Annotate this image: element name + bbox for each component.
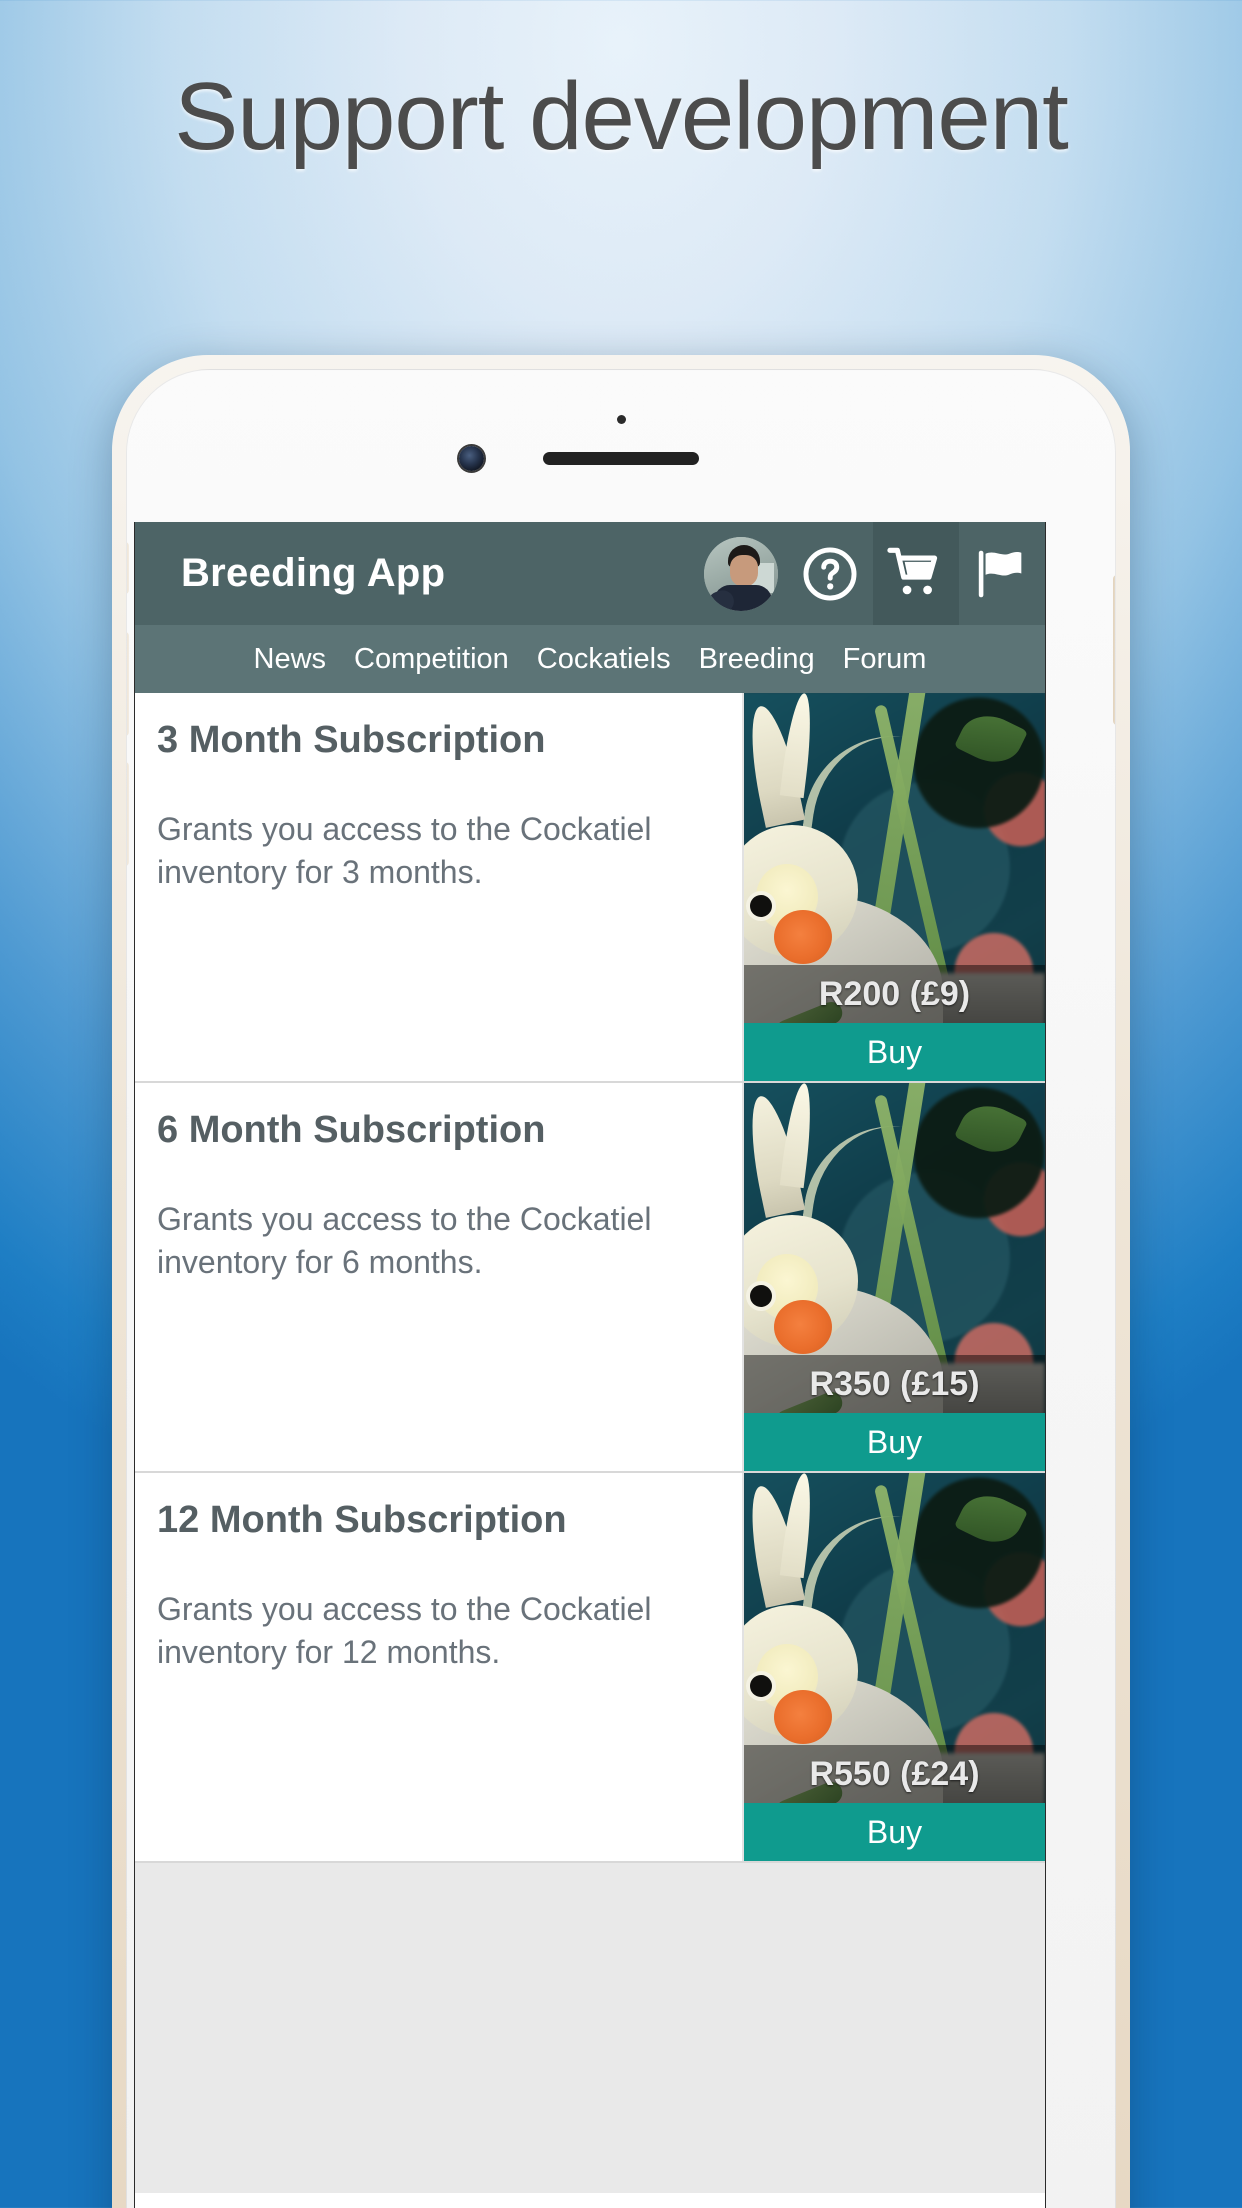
volume-up-button[interactable] xyxy=(127,632,129,736)
price-band: R350 (£15) xyxy=(744,1355,1045,1413)
buy-button[interactable]: Buy xyxy=(744,1413,1045,1471)
page-footer-space xyxy=(135,1863,1045,2193)
buy-button[interactable]: Buy xyxy=(744,1023,1045,1081)
flag-button[interactable] xyxy=(959,522,1045,625)
subscription-title: 3 Month Subscription xyxy=(157,719,546,761)
cart-button[interactable] xyxy=(873,522,959,625)
subscription-card: 6 Month Subscription Grants you access t… xyxy=(135,1083,1045,1473)
nav-item-breeding[interactable]: Breeding xyxy=(699,643,815,676)
app-title: Breeding App xyxy=(181,551,446,595)
subscription-details: 3 Month Subscription Grants you access t… xyxy=(135,693,742,1081)
app-header: Breeding App xyxy=(135,522,1045,625)
nav-item-forum[interactable]: Forum xyxy=(843,643,927,676)
front-camera-icon xyxy=(459,446,484,471)
subscription-description: Grants you access to the Cockatiel inven… xyxy=(157,1201,652,1280)
price-label: R350 (£15) xyxy=(809,1364,980,1403)
price-label: R550 (£24) xyxy=(809,1754,980,1793)
main-nav: News Competition Cockatiels Breeding For… xyxy=(135,625,1045,693)
subscription-card: 3 Month Subscription Grants you access t… xyxy=(135,693,1045,1083)
help-button[interactable] xyxy=(787,522,873,625)
subscription-media: R350 (£15) Buy xyxy=(742,1083,1045,1471)
subscription-media: R200 (£9) Buy xyxy=(742,693,1045,1081)
power-button[interactable] xyxy=(1113,575,1115,725)
nav-item-competition[interactable]: Competition xyxy=(354,643,509,676)
cart-icon xyxy=(887,547,938,594)
nav-item-news[interactable]: News xyxy=(254,643,327,676)
subscription-media: R550 (£24) Buy xyxy=(742,1473,1045,1861)
silent-switch[interactable] xyxy=(127,542,129,594)
avatar xyxy=(704,536,778,611)
subscription-card: 12 Month Subscription Grants you access … xyxy=(135,1473,1045,1863)
proximity-sensor-icon xyxy=(617,415,626,424)
app-screen: Breeding App News Competition Cockatiels… xyxy=(134,522,1046,2208)
subscription-description: Grants you access to the Cockatiel inven… xyxy=(157,811,652,890)
page-title: Support development xyxy=(174,63,1069,170)
subscription-details: 12 Month Subscription Grants you access … xyxy=(135,1473,742,1861)
price-band: R200 (£9) xyxy=(744,965,1045,1023)
price-band: R550 (£24) xyxy=(744,1745,1045,1803)
price-label: R200 (£9) xyxy=(818,974,971,1013)
flag-icon xyxy=(978,550,1022,597)
phone-device: Breeding App News Competition Cockatiels… xyxy=(112,355,1130,2208)
earpiece-speaker-icon xyxy=(543,452,699,465)
phone-bezel: Breeding App News Competition Cockatiels… xyxy=(126,369,1116,2208)
subscription-title: 6 Month Subscription xyxy=(157,1109,546,1151)
subscription-description: Grants you access to the Cockatiel inven… xyxy=(157,1591,652,1670)
buy-button[interactable]: Buy xyxy=(744,1803,1045,1861)
subscription-details: 6 Month Subscription Grants you access t… xyxy=(135,1083,742,1471)
nav-item-cockatiels[interactable]: Cockatiels xyxy=(537,643,671,676)
app-header-actions xyxy=(701,522,1045,625)
volume-down-button[interactable] xyxy=(127,762,129,866)
subscription-title: 12 Month Subscription xyxy=(157,1499,567,1541)
avatar-button[interactable] xyxy=(701,522,787,625)
help-icon xyxy=(803,547,857,600)
